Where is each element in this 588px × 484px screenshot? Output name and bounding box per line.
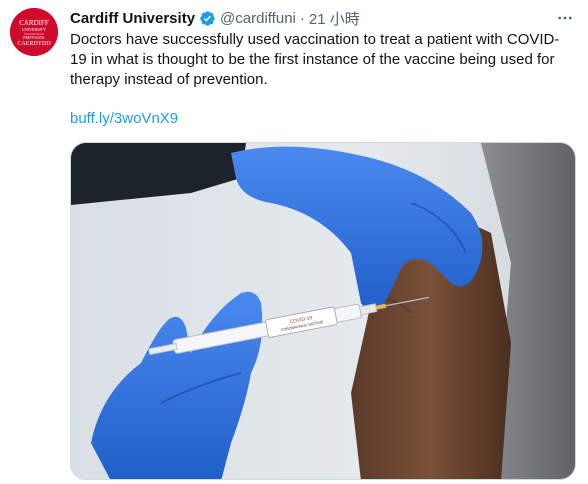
author-display-name[interactable]: Cardiff University [70,10,195,27]
tweet-timestamp[interactable]: 21 小時 [309,8,360,29]
svg-text:UNIVERSITY: UNIVERSITY [22,27,46,32]
more-options-button[interactable] [554,8,576,28]
vaccination-photo: COVID-19 CORONAVIRUS VACCINE [71,143,575,479]
tweet-photo[interactable]: COVID-19 CORONAVIRUS VACCINE [70,142,576,480]
svg-text:CARDIFF: CARDIFF [19,19,49,27]
tweet-header: Cardiff University @cardiffuni · 21 小時 [70,8,360,28]
cardiff-university-logo: CARDIFF UNIVERSITY PRIFYSGOL CAERDYDD [10,8,58,56]
author-handle[interactable]: @cardiffuni [220,10,296,27]
svg-text:CAERDYDD: CAERDYDD [17,41,51,47]
svg-text:PRIFYSGOL: PRIFYSGOL [23,35,45,40]
tweet-text: Doctors have successfully used vaccinati… [70,31,560,88]
more-options-icon [558,16,572,20]
tweet-link[interactable]: buff.ly/3woVnX9 [70,109,178,129]
separator-dot: · [299,9,305,27]
verified-badge-icon[interactable] [199,10,216,27]
avatar[interactable]: CARDIFF UNIVERSITY PRIFYSGOL CAERDYDD [10,8,58,56]
tweet-card[interactable]: CARDIFF UNIVERSITY PRIFYSGOL CAERDYDD Ca… [0,0,588,484]
